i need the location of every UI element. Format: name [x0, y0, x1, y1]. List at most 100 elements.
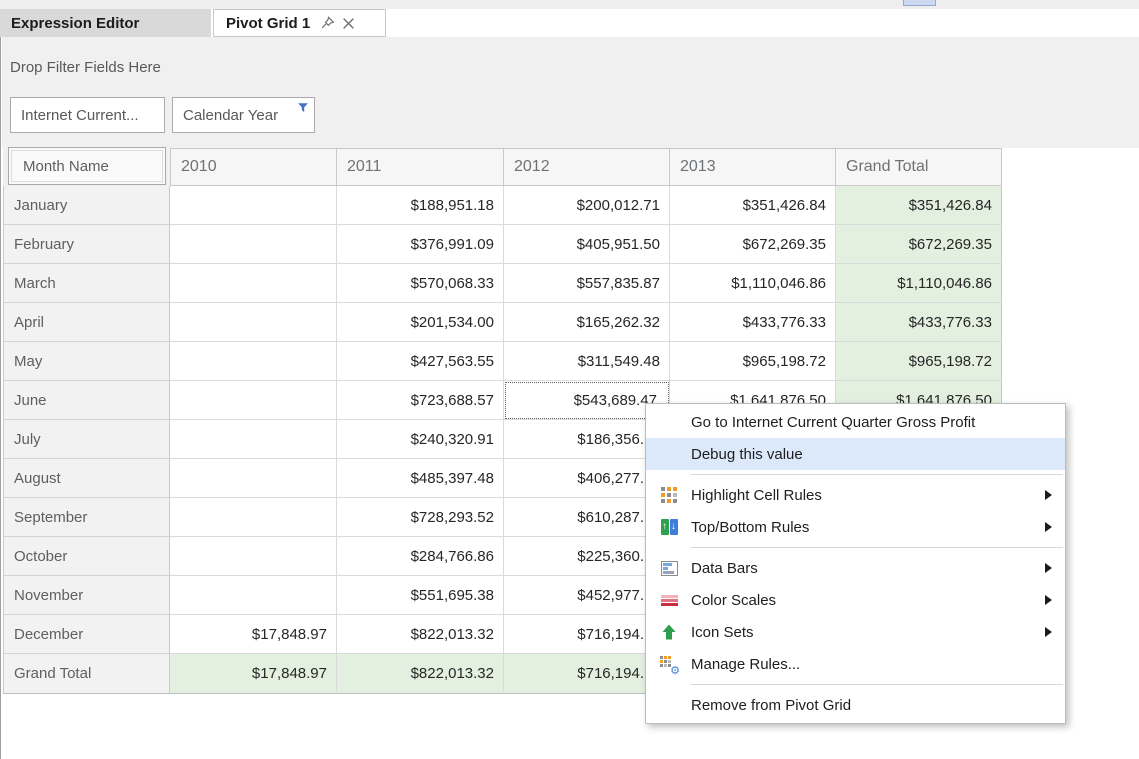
pivot-corner: Month Name — [3, 148, 170, 186]
tab-expression-editor[interactable]: Expression Editor — [0, 9, 211, 37]
menu-separator — [691, 684, 1063, 685]
data-cell-march-2010[interactable] — [170, 264, 337, 303]
filter-funnel-icon[interactable] — [297, 101, 309, 118]
data-cell-january-grand-total[interactable]: $351,426.84 — [836, 186, 1002, 225]
data-cell-march-grand-total[interactable]: $1,110,046.86 — [836, 264, 1002, 303]
data-cell-august-2011[interactable]: $485,397.48 — [337, 459, 504, 498]
menu-item-label: Top/Bottom Rules — [691, 519, 809, 536]
menu-item-debug-this-value[interactable]: Debug this value — [646, 438, 1065, 470]
column-header-2011[interactable]: 2011 — [337, 148, 504, 186]
data-cell-march-2013[interactable]: $1,110,046.86 — [670, 264, 836, 303]
submenu-arrow-icon — [1045, 490, 1052, 500]
data-cell-may-2011[interactable]: $427,563.55 — [337, 342, 504, 381]
data-cell-april-2010[interactable] — [170, 303, 337, 342]
data-cell-may-2012[interactable]: $311,549.48 — [504, 342, 670, 381]
data-cell-january-2010[interactable] — [170, 186, 337, 225]
menu-item-data-bars[interactable]: Data Bars — [646, 552, 1065, 584]
close-icon[interactable] — [342, 17, 355, 30]
row-header-august[interactable]: August — [3, 459, 170, 498]
data-cell-december-2011[interactable]: $822,013.32 — [337, 615, 504, 654]
row-header-march[interactable]: March — [3, 264, 170, 303]
pin-icon[interactable] — [320, 15, 336, 31]
filter-header-area: Drop Filter Fields Here Internet Current… — [2, 37, 1139, 148]
data-cell-april-2012[interactable]: $165,262.32 — [504, 303, 670, 342]
data-cell-december-2010[interactable]: $17,848.97 — [170, 615, 337, 654]
menu-item-icon-sets[interactable]: Icon Sets — [646, 616, 1065, 648]
submenu-arrow-icon — [1045, 563, 1052, 573]
menu-separator — [691, 474, 1063, 475]
top-strip — [0, 0, 1139, 9]
data-cell-february-grand-total[interactable]: $672,269.35 — [836, 225, 1002, 264]
manage-rules-icon: ⚙ — [657, 655, 681, 673]
data-cell-april-grand-total[interactable]: $433,776.33 — [836, 303, 1002, 342]
row-header-june[interactable]: June — [3, 381, 170, 420]
menu-item-label: Icon Sets — [691, 624, 754, 641]
data-cell-june-2011[interactable]: $723,688.57 — [337, 381, 504, 420]
data-cell-march-2011[interactable]: $570,068.33 — [337, 264, 504, 303]
column-header-2012[interactable]: 2012 — [504, 148, 670, 186]
data-cell-april-2011[interactable]: $201,534.00 — [337, 303, 504, 342]
data-cell-may-2013[interactable]: $965,198.72 — [670, 342, 836, 381]
month-name-field-button[interactable]: Month Name — [8, 147, 166, 185]
data-cell-july-2010[interactable] — [170, 420, 337, 459]
menu-item-label: Manage Rules... — [691, 656, 800, 673]
menu-item-remove-from-pivot-grid[interactable]: Remove from Pivot Grid — [646, 689, 1065, 721]
tab-pivot-grid-1-label: Pivot Grid 1 — [226, 15, 310, 32]
row-header-february[interactable]: February — [3, 225, 170, 264]
data-cell-january-2012[interactable]: $200,012.71 — [504, 186, 670, 225]
row-header-september[interactable]: September — [3, 498, 170, 537]
data-cell-january-2013[interactable]: $351,426.84 — [670, 186, 836, 225]
data-cell-september-2011[interactable]: $728,293.52 — [337, 498, 504, 537]
row-header-april[interactable]: April — [3, 303, 170, 342]
menu-item-color-scales[interactable]: Color Scales — [646, 584, 1065, 616]
data-cell-october-2010[interactable] — [170, 537, 337, 576]
row-header-october[interactable]: October — [3, 537, 170, 576]
toolbar-button-fragment[interactable] — [903, 0, 936, 6]
row-header-july[interactable]: July — [3, 420, 170, 459]
data-cell-august-2010[interactable] — [170, 459, 337, 498]
data-cell-grand-total-2010[interactable]: $17,848.97 — [170, 654, 337, 694]
column-header-2013[interactable]: 2013 — [670, 148, 836, 186]
data-cell-july-2011[interactable]: $240,320.91 — [337, 420, 504, 459]
menu-item-label: Data Bars — [691, 560, 758, 577]
filter-field-calendar-year[interactable]: Calendar Year — [172, 97, 315, 133]
data-cell-may-2010[interactable] — [170, 342, 337, 381]
tab-expression-editor-label: Expression Editor — [11, 15, 139, 32]
row-header-december[interactable]: December — [3, 615, 170, 654]
data-cell-may-grand-total[interactable]: $965,198.72 — [836, 342, 1002, 381]
filter-field-internet-current[interactable]: Internet Current... — [10, 97, 165, 133]
data-cell-october-2011[interactable]: $284,766.86 — [337, 537, 504, 576]
data-cell-april-2013[interactable]: $433,776.33 — [670, 303, 836, 342]
data-cell-november-2011[interactable]: $551,695.38 — [337, 576, 504, 615]
row-header-may[interactable]: May — [3, 342, 170, 381]
column-header-2010[interactable]: 2010 — [170, 148, 337, 186]
context-menu: Go to Internet Current Quarter Gross Pro… — [645, 403, 1066, 724]
tab-pivot-grid-1[interactable]: Pivot Grid 1 — [213, 9, 386, 37]
tab-bar: Expression Editor Pivot Grid 1 — [0, 9, 1139, 37]
data-cell-grand-total-2011[interactable]: $822,013.32 — [337, 654, 504, 694]
data-cell-february-2013[interactable]: $672,269.35 — [670, 225, 836, 264]
data-cell-february-2010[interactable] — [170, 225, 337, 264]
data-cell-november-2010[interactable] — [170, 576, 337, 615]
menu-item-label: Go to Internet Current Quarter Gross Pro… — [691, 414, 975, 431]
data-cell-september-2010[interactable] — [170, 498, 337, 537]
menu-item-label: Color Scales — [691, 592, 776, 609]
row-header-january[interactable]: January — [3, 186, 170, 225]
column-header-grand-total[interactable]: Grand Total — [836, 148, 1002, 186]
top-bottom-rules-icon: ↑↓ — [657, 519, 681, 535]
data-cell-january-2011[interactable]: $188,951.18 — [337, 186, 504, 225]
data-cell-june-2010[interactable] — [170, 381, 337, 420]
menu-item-label: Remove from Pivot Grid — [691, 697, 851, 714]
menu-item-top-bottom-rules[interactable]: ↑↓ Top/Bottom Rules — [646, 511, 1065, 543]
menu-item-label: Debug this value — [691, 446, 803, 463]
data-cell-february-2011[interactable]: $376,991.09 — [337, 225, 504, 264]
drop-filter-fields-hint: Drop Filter Fields Here — [10, 59, 161, 76]
menu-item-manage-rules[interactable]: ⚙ Manage Rules... — [646, 648, 1065, 680]
data-cell-march-2012[interactable]: $557,835.87 — [504, 264, 670, 303]
submenu-arrow-icon — [1045, 595, 1052, 605]
data-cell-february-2012[interactable]: $405,951.50 — [504, 225, 670, 264]
row-header-grand-total[interactable]: Grand Total — [3, 654, 170, 694]
menu-item-go-to-internet-current-quarter-gross-profit[interactable]: Go to Internet Current Quarter Gross Pro… — [646, 406, 1065, 438]
row-header-november[interactable]: November — [3, 576, 170, 615]
menu-item-highlight-cell-rules[interactable]: Highlight Cell Rules — [646, 479, 1065, 511]
